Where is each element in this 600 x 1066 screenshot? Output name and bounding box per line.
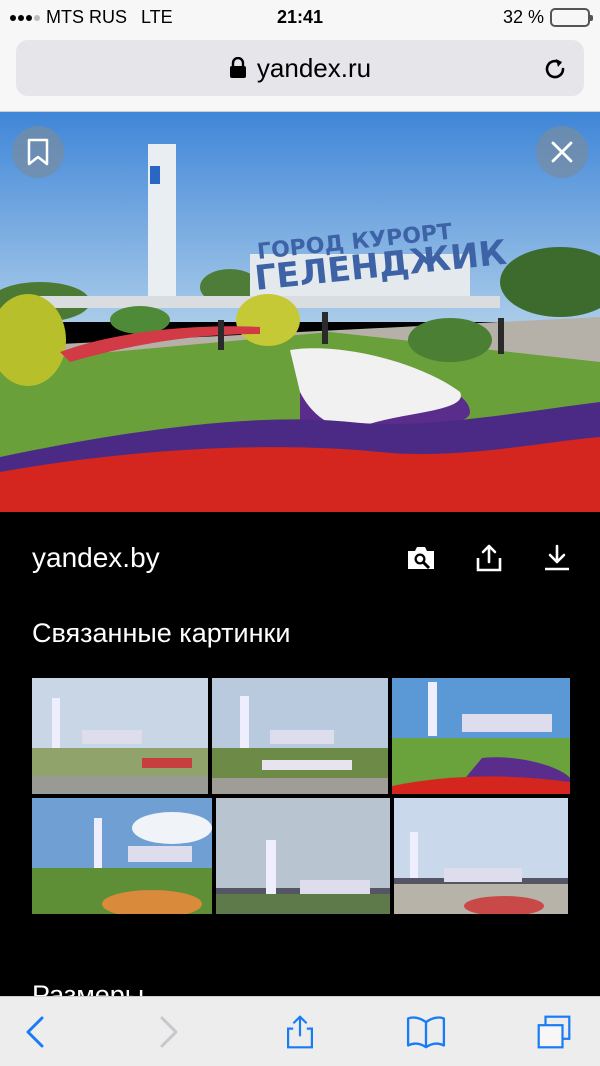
related-image-thumbnail[interactable]	[32, 798, 212, 914]
related-image-thumbnail[interactable]	[394, 798, 568, 914]
related-image-thumbnail[interactable]	[216, 798, 390, 914]
share-icon[interactable]	[282, 1015, 318, 1049]
back-icon[interactable]	[22, 1015, 48, 1049]
main-image[interactable]: ГОРОД КУРОРТ ГЕЛЕНДЖИК	[0, 112, 600, 512]
tabs-icon[interactable]	[532, 1015, 576, 1049]
image-search-icon[interactable]	[406, 543, 436, 573]
sizes-section-title: Размеры	[32, 980, 145, 996]
status-bar: MTS RUS LTE 21:41 32 %	[0, 0, 600, 34]
url-text: yandex.ru	[256, 52, 372, 83]
thumbnail-image	[394, 798, 568, 914]
lock-icon	[229, 57, 246, 78]
source-row: yandex.by	[32, 536, 572, 580]
battery-icon	[550, 8, 593, 27]
main-image-illustration: ГОРОД КУРОРТ ГЕЛЕНДЖИК	[0, 112, 600, 512]
image-details-panel: yandex.by Связанные картинки Размеры	[0, 512, 600, 996]
related-images-row-1	[32, 678, 570, 794]
related-image-thumbnail[interactable]	[212, 678, 388, 794]
related-images-row-2	[32, 798, 568, 914]
close-icon	[551, 141, 573, 163]
download-icon[interactable]	[542, 543, 572, 573]
thumbnail-image	[392, 678, 570, 794]
forward-icon[interactable]	[156, 1015, 182, 1049]
reload-icon[interactable]	[542, 56, 568, 82]
thumbnail-image	[212, 678, 388, 794]
action-icons	[406, 543, 572, 573]
status-right: 32 %	[502, 7, 593, 28]
related-image-thumbnail[interactable]	[32, 678, 208, 794]
share-icon[interactable]	[474, 543, 504, 573]
bookmark-button[interactable]	[12, 126, 64, 178]
related-image-thumbnail[interactable]	[392, 678, 570, 794]
browser-toolbar	[0, 996, 600, 1066]
bookmarks-icon[interactable]	[404, 1015, 448, 1049]
close-button[interactable]	[536, 126, 588, 178]
bookmark-icon	[27, 138, 49, 166]
address-bar-area: yandex.ru	[0, 34, 600, 112]
thumbnail-image	[32, 678, 208, 794]
battery-percent: 32 %	[502, 7, 544, 27]
thumbnail-image	[32, 798, 212, 914]
source-link[interactable]: yandex.by	[32, 542, 406, 574]
url-field[interactable]: yandex.ru	[16, 40, 584, 96]
related-images-title: Связанные картинки	[32, 618, 291, 648]
thumbnail-image	[216, 798, 390, 914]
